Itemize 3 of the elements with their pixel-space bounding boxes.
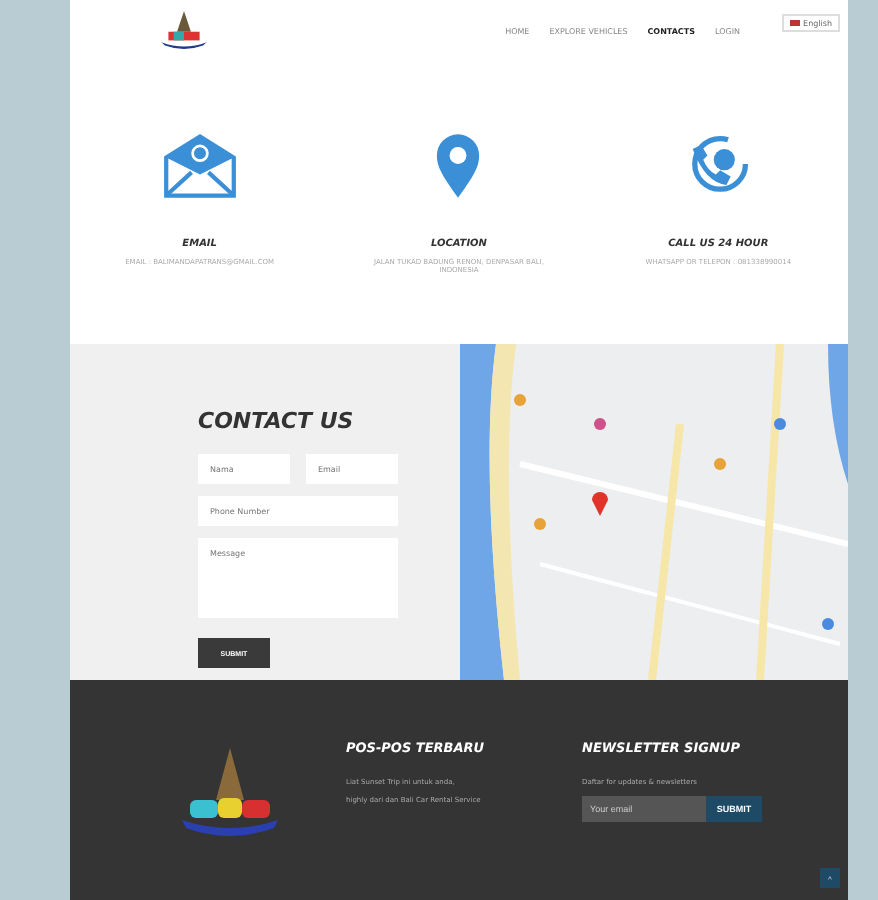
envelope-icon xyxy=(161,132,238,200)
logo-icon[interactable] xyxy=(158,8,210,52)
contact-title: CONTACT US xyxy=(198,408,356,434)
